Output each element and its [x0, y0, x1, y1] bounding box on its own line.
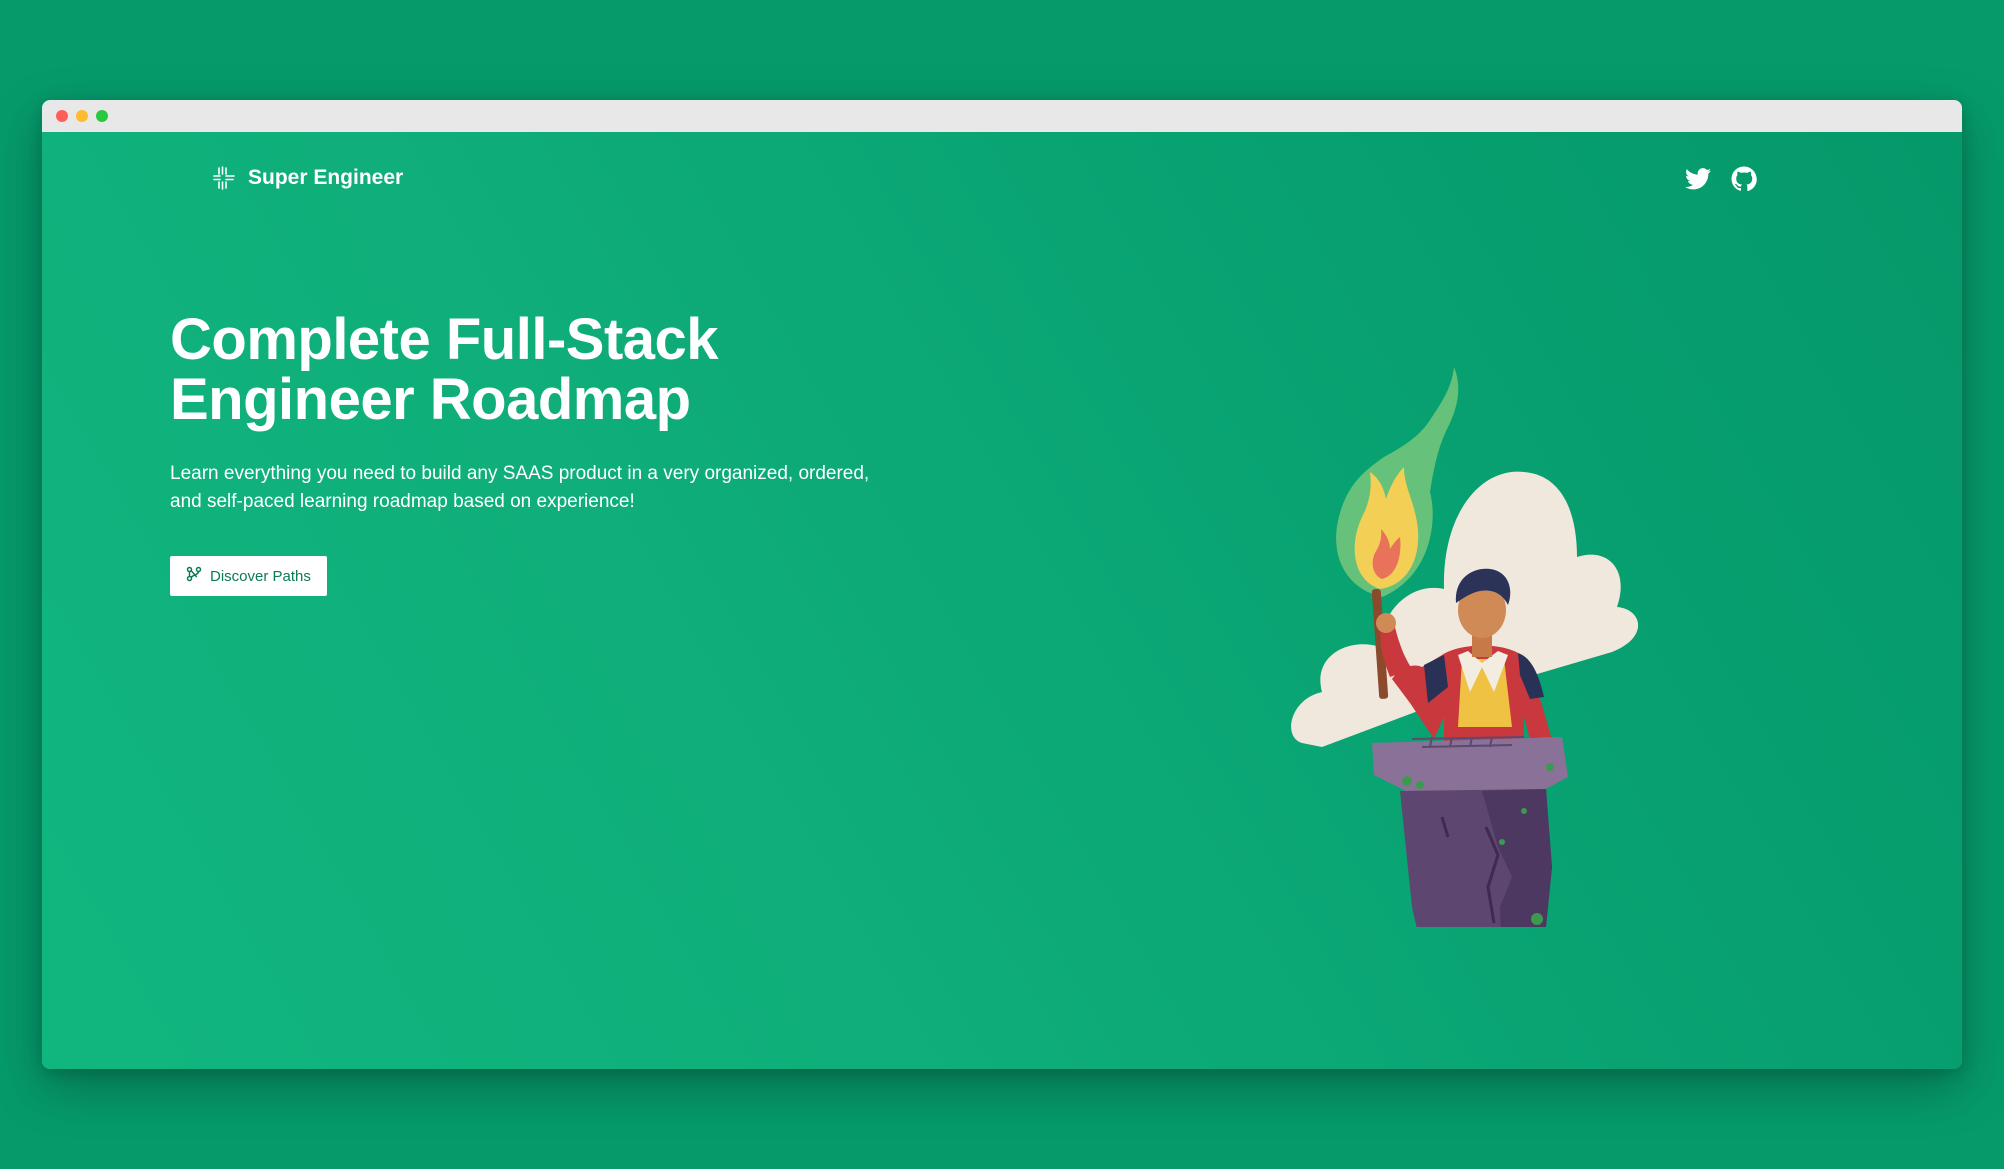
grid-cross-icon — [212, 166, 236, 190]
hero-illustration — [1291, 367, 1639, 927]
github-icon[interactable] — [1731, 166, 1757, 197]
brand-logo-link[interactable]: Super Engineer — [212, 166, 403, 190]
minimize-window-button[interactable] — [76, 110, 88, 122]
hero-title-line-2: Engineer Roadmap — [170, 367, 691, 432]
brand-name: Super Engineer — [248, 166, 404, 189]
character-neck — [1472, 635, 1492, 657]
hero-subtitle: Learn everything you need to build any S… — [170, 460, 930, 516]
twitter-icon[interactable] — [1685, 168, 1711, 195]
close-window-button[interactable] — [56, 110, 68, 122]
maximize-window-button[interactable] — [96, 110, 108, 122]
character-hand — [1376, 613, 1396, 633]
hero-subtitle-line-2: and self-paced learning roadmap based on… — [170, 491, 635, 512]
browser-window: Super Engineer Complete Full-Stack Engin… — [42, 100, 1962, 1069]
discover-paths-button[interactable]: Discover Paths — [170, 556, 327, 596]
discover-paths-label: Discover Paths — [210, 567, 311, 585]
branch-icon — [186, 566, 202, 586]
hero-title: Complete Full-Stack Engineer Roadmap — [170, 310, 870, 430]
social-links — [1685, 166, 1757, 197]
landing-page: Super Engineer Complete Full-Stack Engin… — [42, 132, 1962, 1069]
hero-title-line-1: Complete Full-Stack — [170, 307, 719, 372]
window-titlebar — [42, 100, 1962, 132]
hero-subtitle-line-1: Learn everything you need to build any S… — [170, 463, 870, 484]
